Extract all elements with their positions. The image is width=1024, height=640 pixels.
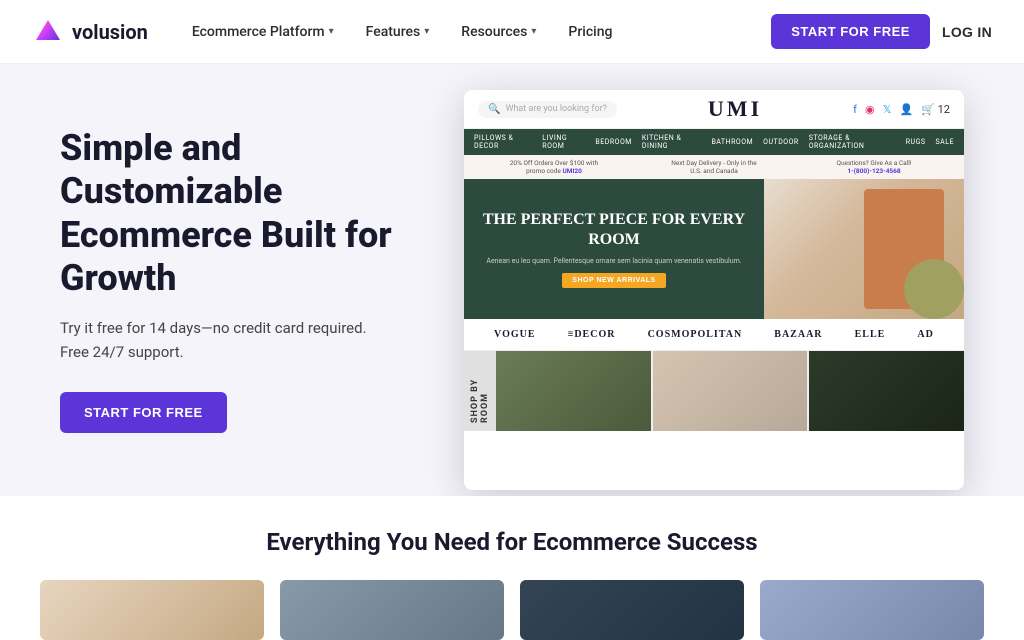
store-banner-promo: 20% Off Orders Over $100 withpromo code … (474, 159, 634, 175)
bottom-cards-row (0, 580, 1024, 640)
store-hero-title: THE PERFECT PIECE FOR EVERY ROOM (480, 210, 748, 248)
store-social-icons: f ◉ 𝕏 👤 🛒 12 (853, 103, 950, 116)
store-cart-icon: 🛒 12 (921, 103, 950, 116)
nav-pricing[interactable]: Pricing (556, 16, 624, 48)
bottom-title: Everything You Need for Ecommerce Succes… (266, 528, 757, 556)
store-logo-cosmopolitan: COSMOPOLITAN (648, 329, 743, 340)
store-banner-call: Questions? Give As a Call!1-(800)-123-45… (794, 159, 954, 175)
store-nav-living: LIVING ROOM (542, 134, 585, 150)
nav-features-label: Features (366, 24, 421, 40)
facebook-icon: f (853, 103, 857, 116)
nav-login-button[interactable]: LOG IN (942, 24, 992, 40)
store-topbar: 🔍 What are you looking for? UMI f ◉ 𝕏 👤 … (464, 90, 964, 129)
twitter-icon: 𝕏 (883, 103, 892, 116)
nav-links: Ecommerce Platform ▾ Features ▾ Resource… (180, 16, 771, 48)
store-hero-image (764, 179, 964, 319)
nav-ecommerce-platform[interactable]: Ecommerce Platform ▾ (180, 16, 346, 48)
store-room-img-1 (496, 351, 651, 431)
store-nav-storage: STORAGE & ORGANIZATION (809, 134, 896, 150)
store-logo-ad: AD (917, 329, 933, 340)
store-logo-bazaar: BAZAAR (774, 329, 822, 340)
store-search-bar: 🔍 What are you looking for? (478, 101, 617, 118)
store-nav-outdoor: OUTDOOR (763, 138, 799, 146)
volusion-logo-icon (32, 16, 64, 48)
store-room-img-3 (809, 351, 964, 431)
hero-subtitle-line1: Try it free for 14 days—no credit card r… (60, 319, 367, 337)
store-nav-bedroom: BEDROOM (595, 138, 632, 146)
bottom-card-1 (40, 580, 264, 640)
store-account-icon: 👤 (899, 103, 913, 116)
nav-resources-label: Resources (461, 24, 527, 40)
main-nav: volusion Ecommerce Platform ▾ Features ▾… (0, 0, 1024, 64)
nav-ecommerce-platform-label: Ecommerce Platform (192, 24, 325, 40)
hero-cta-button[interactable]: START FOR FREE (60, 392, 227, 433)
store-room-images (496, 351, 964, 431)
chevron-down-icon: ▾ (329, 26, 334, 37)
nav-features[interactable]: Features ▾ (354, 16, 442, 48)
store-hero-banner: THE PERFECT PIECE FOR EVERY ROOM Aenean … (464, 179, 964, 319)
store-logo-decor: ≡DECOR (568, 329, 616, 340)
store-room-img-2 (653, 351, 808, 431)
logo-link[interactable]: volusion (32, 16, 148, 48)
store-hero-subtitle: Aenean eu leo quam. Pellentesque ornare … (480, 257, 748, 265)
chevron-down-icon: ▾ (531, 26, 536, 37)
logo-text: volusion (72, 20, 148, 44)
store-preview-frame: 🔍 What are you looking for? UMI f ◉ 𝕏 👤 … (464, 90, 964, 490)
store-nav-bathroom: BATHROOM (711, 138, 753, 146)
store-brand-name: UMI (708, 96, 762, 122)
nav-actions: START FOR FREE LOG IN (771, 14, 992, 49)
store-press-logos: VOGUE ≡DECOR COSMOPOLITAN BAZAAR ELLE AD (464, 319, 964, 351)
store-hero-cta-button[interactable]: SHOP NEW ARRIVALS (562, 273, 665, 288)
store-hero-text-area: THE PERFECT PIECE FOR EVERY ROOM Aenean … (464, 179, 764, 319)
store-room-label: SHOP BY ROOM (464, 351, 496, 431)
hero-content: Simple and Customizable Ecommerce Built … (60, 127, 440, 433)
store-search-icon: 🔍 (488, 104, 500, 115)
nav-resources[interactable]: Resources ▾ (449, 16, 548, 48)
store-promo-banners: 20% Off Orders Over $100 withpromo code … (464, 155, 964, 179)
hero-section: Simple and Customizable Ecommerce Built … (0, 64, 1024, 496)
bottom-card-4 (760, 580, 984, 640)
instagram-icon: ◉ (865, 103, 875, 116)
chevron-down-icon: ▾ (424, 26, 429, 37)
store-nav-sale: SALE (936, 138, 954, 146)
nav-start-free-button[interactable]: START FOR FREE (771, 14, 930, 49)
bottom-card-3 (520, 580, 744, 640)
bottom-card-2 (280, 580, 504, 640)
store-nav-pillows: PILLOWS & DECOR (474, 134, 532, 150)
store-logo-elle: ELLE (855, 329, 886, 340)
hero-title: Simple and Customizable Ecommerce Built … (60, 127, 420, 300)
store-logo-vogue: VOGUE (494, 329, 535, 340)
hero-subtitle-line2: Free 24/7 support. (60, 343, 184, 361)
store-category-nav: PILLOWS & DECOR LIVING ROOM BEDROOM KITC… (464, 129, 964, 155)
store-banner-delivery: Next Day Delivery - Only in theU.S. and … (634, 159, 794, 175)
store-screenshot-container: 🔍 What are you looking for? UMI f ◉ 𝕏 👤 … (440, 64, 964, 496)
store-shop-by-room: SHOP BY ROOM (464, 351, 964, 431)
bottom-section: Everything You Need for Ecommerce Succes… (0, 496, 1024, 640)
store-nav-rugs: RUGS (906, 138, 926, 146)
store-search-placeholder: What are you looking for? (505, 104, 606, 114)
store-nav-kitchen: KITCHEN & DINING (642, 134, 702, 150)
hero-subtitle: Try it free for 14 days—no credit card r… (60, 316, 420, 364)
